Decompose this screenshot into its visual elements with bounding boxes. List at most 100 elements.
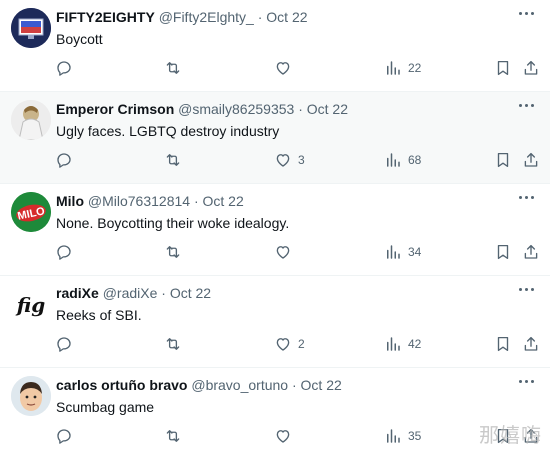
heart-icon — [276, 62, 290, 75]
retweet-button[interactable] — [164, 426, 188, 446]
views-button[interactable]: 68 — [384, 150, 421, 170]
tweet-date[interactable]: Oct 22 — [266, 9, 307, 25]
tweet-4[interactable]: fig radiXe @radiXe · Oct 22 Reeks of SBI… — [0, 276, 550, 368]
views-chart-icon — [387, 429, 400, 443]
user-handle[interactable]: @Fifty2Elghty_ — [159, 9, 254, 25]
reply-icon — [57, 245, 71, 260]
views-chart-icon — [387, 337, 400, 351]
action-bar: 34 — [0, 242, 550, 262]
tweet-text: Scumbag game — [56, 399, 155, 415]
tweet-date[interactable]: Oct 22 — [301, 377, 342, 393]
display-name[interactable]: Emperor Crimson — [56, 101, 174, 117]
tweet-header: Emperor Crimson @smaily86259353 · Oct 22 — [56, 100, 348, 118]
reply-icon — [57, 337, 71, 352]
avatar[interactable] — [11, 8, 51, 48]
site-watermark: 那嬉嗨 — [479, 423, 542, 447]
action-bar: 3 68 — [0, 150, 550, 170]
tweet-date[interactable]: Oct 22 — [170, 285, 211, 301]
bookmark-button[interactable] — [494, 150, 512, 170]
robed-figure-icon — [11, 100, 51, 140]
tweet-header: radiXe @radiXe · Oct 22 — [56, 284, 211, 302]
gothic-monogram-icon: fig — [11, 284, 51, 324]
reply-button[interactable] — [55, 426, 79, 446]
tweet-text: None. Boycotting their woke idealogy. — [56, 215, 290, 231]
display-name[interactable]: FIFTY2EIGHTY — [56, 9, 155, 25]
bookmark-icon — [497, 152, 509, 168]
tweet-2[interactable]: Emperor Crimson @smaily86259353 · Oct 22… — [0, 92, 550, 184]
user-handle[interactable]: @smaily86259353 — [178, 101, 294, 117]
more-options-icon[interactable] — [516, 281, 536, 297]
heart-icon — [276, 338, 290, 351]
bookmark-icon — [497, 60, 509, 76]
retweet-icon — [166, 338, 180, 350]
avatar[interactable]: MILO — [11, 192, 51, 232]
reply-button[interactable] — [55, 150, 79, 170]
display-name[interactable]: radiXe — [56, 285, 99, 301]
tweet-3[interactable]: MILO Milo @Milo76312814 · Oct 22 None. B… — [0, 184, 550, 276]
share-icon — [524, 60, 538, 75]
retweet-button[interactable] — [164, 242, 188, 262]
display-name[interactable]: carlos ortuño bravo — [56, 377, 187, 393]
like-count: 2 — [298, 337, 305, 351]
separator-dot: · — [298, 101, 303, 117]
tweet-date[interactable]: Oct 22 — [307, 101, 348, 117]
like-button[interactable]: 3 — [274, 150, 305, 170]
share-icon — [524, 336, 538, 351]
more-options-icon[interactable] — [516, 97, 536, 113]
avatar[interactable] — [11, 376, 51, 416]
separator-dot: · — [291, 377, 297, 393]
reply-button[interactable] — [55, 242, 79, 262]
user-handle[interactable]: @bravo_ortuno — [191, 377, 288, 393]
bookmark-button[interactable] — [494, 58, 512, 78]
retweet-button[interactable] — [164, 150, 188, 170]
reply-button[interactable] — [55, 334, 79, 354]
share-button[interactable] — [522, 150, 540, 170]
reply-icon — [57, 61, 71, 76]
tweet-header: FIFTY2EIGHTY @Fifty2Elghty_ · Oct 22 — [56, 8, 308, 26]
share-button[interactable] — [522, 58, 540, 78]
views-button[interactable]: 34 — [384, 242, 421, 262]
like-count: 3 — [298, 153, 305, 167]
action-bar: 35 — [0, 426, 550, 446]
views-chart-icon — [387, 245, 400, 259]
avatar[interactable] — [11, 100, 51, 140]
share-button[interactable] — [522, 242, 540, 262]
views-button[interactable]: 22 — [384, 58, 421, 78]
tweet-5[interactable]: carlos ortuño bravo @bravo_ortuno · Oct … — [0, 368, 550, 452]
separator-dot: · — [193, 193, 199, 209]
bookmark-button[interactable] — [494, 242, 512, 262]
retweet-icon — [166, 430, 180, 442]
more-options-icon[interactable] — [516, 373, 536, 389]
display-name[interactable]: Milo — [56, 193, 84, 209]
retweet-icon — [166, 154, 180, 166]
views-button[interactable]: 35 — [384, 426, 421, 446]
views-count: 68 — [408, 153, 422, 167]
share-button[interactable] — [522, 334, 540, 354]
tweet-date[interactable]: Oct 22 — [203, 193, 244, 209]
views-chart-icon — [387, 61, 400, 75]
heart-icon — [276, 154, 290, 167]
retweet-icon — [166, 246, 180, 258]
views-count: 42 — [408, 337, 422, 351]
tweet-1[interactable]: FIFTY2EIGHTY @Fifty2Elghty_ · Oct 22 Boy… — [0, 0, 550, 92]
like-button[interactable] — [274, 58, 298, 78]
user-handle[interactable]: @Milo76312814 — [88, 193, 190, 209]
like-button[interactable] — [274, 242, 298, 262]
user-handle[interactable]: @radiXe — [103, 285, 158, 301]
retweet-icon — [166, 62, 180, 74]
separator-dot: · — [161, 285, 166, 301]
retweet-button[interactable] — [164, 334, 188, 354]
more-options-icon[interactable] — [516, 189, 536, 205]
retweet-button[interactable] — [164, 58, 188, 78]
views-button[interactable]: 42 — [384, 334, 421, 354]
more-options-icon[interactable] — [516, 5, 536, 21]
like-button[interactable]: 2 — [274, 334, 305, 354]
reply-button[interactable] — [55, 58, 79, 78]
avatar[interactable]: fig — [11, 284, 51, 324]
share-icon — [524, 152, 538, 167]
views-count: 35 — [408, 429, 422, 443]
views-count: 34 — [408, 245, 422, 259]
like-button[interactable] — [274, 426, 298, 446]
bookmark-button[interactable] — [494, 334, 512, 354]
tweet-text: Boycott — [56, 31, 103, 47]
